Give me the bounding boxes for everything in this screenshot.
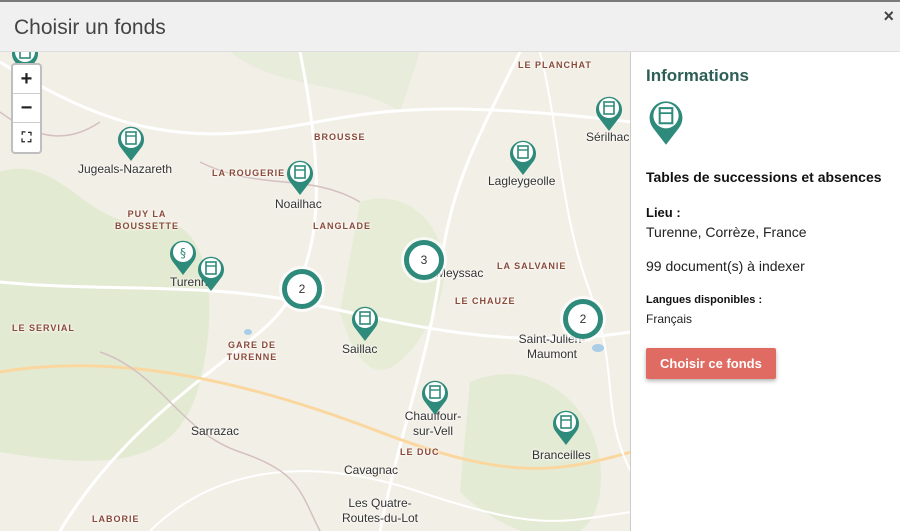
map-label: Saillac	[342, 342, 378, 356]
marker-cluster[interactable]: 3	[404, 240, 444, 280]
modal-header: Choisir un fonds ×	[0, 0, 900, 52]
langues-value: Français	[646, 312, 693, 326]
lieu-label: Lieu :	[646, 205, 681, 220]
map-label: Sérilhac	[586, 130, 630, 144]
fonds-title: Tables de successions et absences	[646, 169, 882, 185]
map-area-label: LE DUC	[400, 447, 440, 457]
map-label: Branceilles	[532, 448, 591, 462]
map-area-label: GARE DE TURENNE	[226, 340, 278, 362]
map-label: Les Quatre-Routes-du-Lot	[341, 496, 419, 525]
map-area-label: PUY LA BOUSSETTE	[114, 209, 179, 231]
map-area-label: LE SERVIAL	[12, 323, 75, 333]
archive-marker-icon[interactable]	[551, 408, 581, 446]
close-button[interactable]: ×	[883, 6, 894, 27]
archive-marker-icon[interactable]	[508, 138, 538, 176]
panel-heading: Informations	[646, 66, 749, 85]
map-label: Noailhac	[275, 197, 322, 211]
documents-count: 99 document(s) à indexer	[646, 258, 805, 274]
archive-marker-icon[interactable]	[196, 254, 226, 292]
archive-marker-icon	[649, 101, 683, 145]
svg-text:§: §	[180, 246, 186, 260]
map-label: Meyssac	[436, 266, 484, 280]
marker-cluster[interactable]: 2	[282, 269, 322, 309]
map-area-label: LABORIE	[92, 514, 140, 524]
map-label: Cavagnac	[344, 463, 399, 477]
fullscreen-button[interactable]: ⛶	[13, 123, 40, 152]
map[interactable]: Jugeals-Nazareth Noailhac Lagleygeolle S…	[0, 52, 631, 531]
choose-fonds-modal: Choisir un fonds × Jugeals-Nazareth Noai…	[0, 0, 900, 531]
archive-marker-icon[interactable]	[594, 94, 624, 132]
zoom-in-button[interactable]: +	[13, 65, 40, 94]
archive-marker-icon[interactable]	[420, 378, 450, 416]
lieu-value: Turenne, Corrèze, France	[646, 224, 807, 240]
selected-archive-marker-icon[interactable]: §	[168, 238, 198, 276]
archive-marker-icon[interactable]	[116, 124, 146, 162]
archive-marker-icon[interactable]	[350, 304, 380, 342]
zoom-control: + − ⛶	[11, 63, 42, 154]
map-area-label: BROUSSE	[314, 132, 366, 142]
map-label: Lagleygeolle	[488, 174, 556, 188]
map-area-label: LA ROUGERIE	[212, 168, 286, 178]
map-area-label: LE CHAUZE	[455, 296, 516, 306]
langues-label: Langues disponibles :	[646, 294, 763, 306]
map-area-label: LA SALVANIE	[497, 261, 567, 271]
modal-title: Choisir un fonds	[14, 16, 166, 39]
marker-cluster[interactable]: 2	[563, 299, 603, 339]
archive-marker-icon[interactable]	[285, 158, 315, 196]
map-area-label: LE PLANCHAT	[518, 60, 592, 70]
map-label: Jugeals-Nazareth	[78, 162, 173, 176]
zoom-out-button[interactable]: −	[13, 94, 40, 123]
choose-fonds-button[interactable]: Choisir ce fonds	[646, 348, 776, 379]
map-label: Sarrazac	[191, 424, 240, 438]
info-panel: Informations Tables de successions et ab…	[632, 52, 900, 531]
map-area-label: LANGLADE	[313, 221, 371, 231]
